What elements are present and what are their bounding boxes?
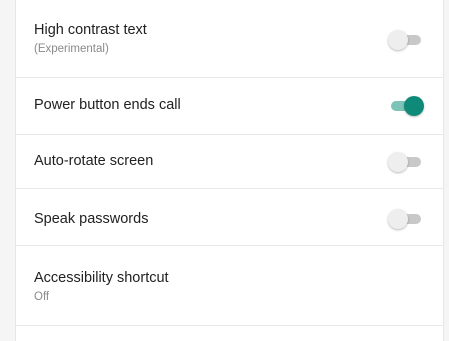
speak-passwords-toggle[interactable] (388, 209, 424, 229)
setting-speak-passwords[interactable]: Speak passwords (16, 189, 443, 246)
accessibility-settings-list: High contrast text (Experimental) Power … (15, 0, 444, 341)
setting-auto-rotate-screen[interactable]: Auto-rotate screen (16, 135, 443, 189)
setting-accessibility-shortcut[interactable]: Accessibility shortcut Off (16, 246, 443, 326)
setting-title: High contrast text (34, 22, 147, 38)
high-contrast-toggle[interactable] (388, 30, 424, 50)
setting-title: Auto-rotate screen (34, 153, 154, 169)
auto-rotate-toggle[interactable] (388, 152, 424, 172)
toggle-on-icon (404, 96, 424, 116)
setting-high-contrast-text[interactable]: High contrast text (Experimental) (16, 0, 443, 78)
toggle-off-icon (388, 209, 408, 229)
toggle-off-icon (388, 152, 408, 172)
power-button-toggle[interactable] (388, 96, 424, 116)
toggle-off-icon (388, 30, 408, 50)
setting-title: Power button ends call (34, 97, 181, 113)
setting-subtitle: Off (34, 291, 50, 303)
setting-title: Speak passwords (34, 211, 149, 227)
setting-title: Accessibility shortcut (34, 270, 169, 286)
setting-power-button-ends-call[interactable]: Power button ends call (16, 78, 443, 135)
setting-subtitle: (Experimental) (34, 43, 109, 55)
